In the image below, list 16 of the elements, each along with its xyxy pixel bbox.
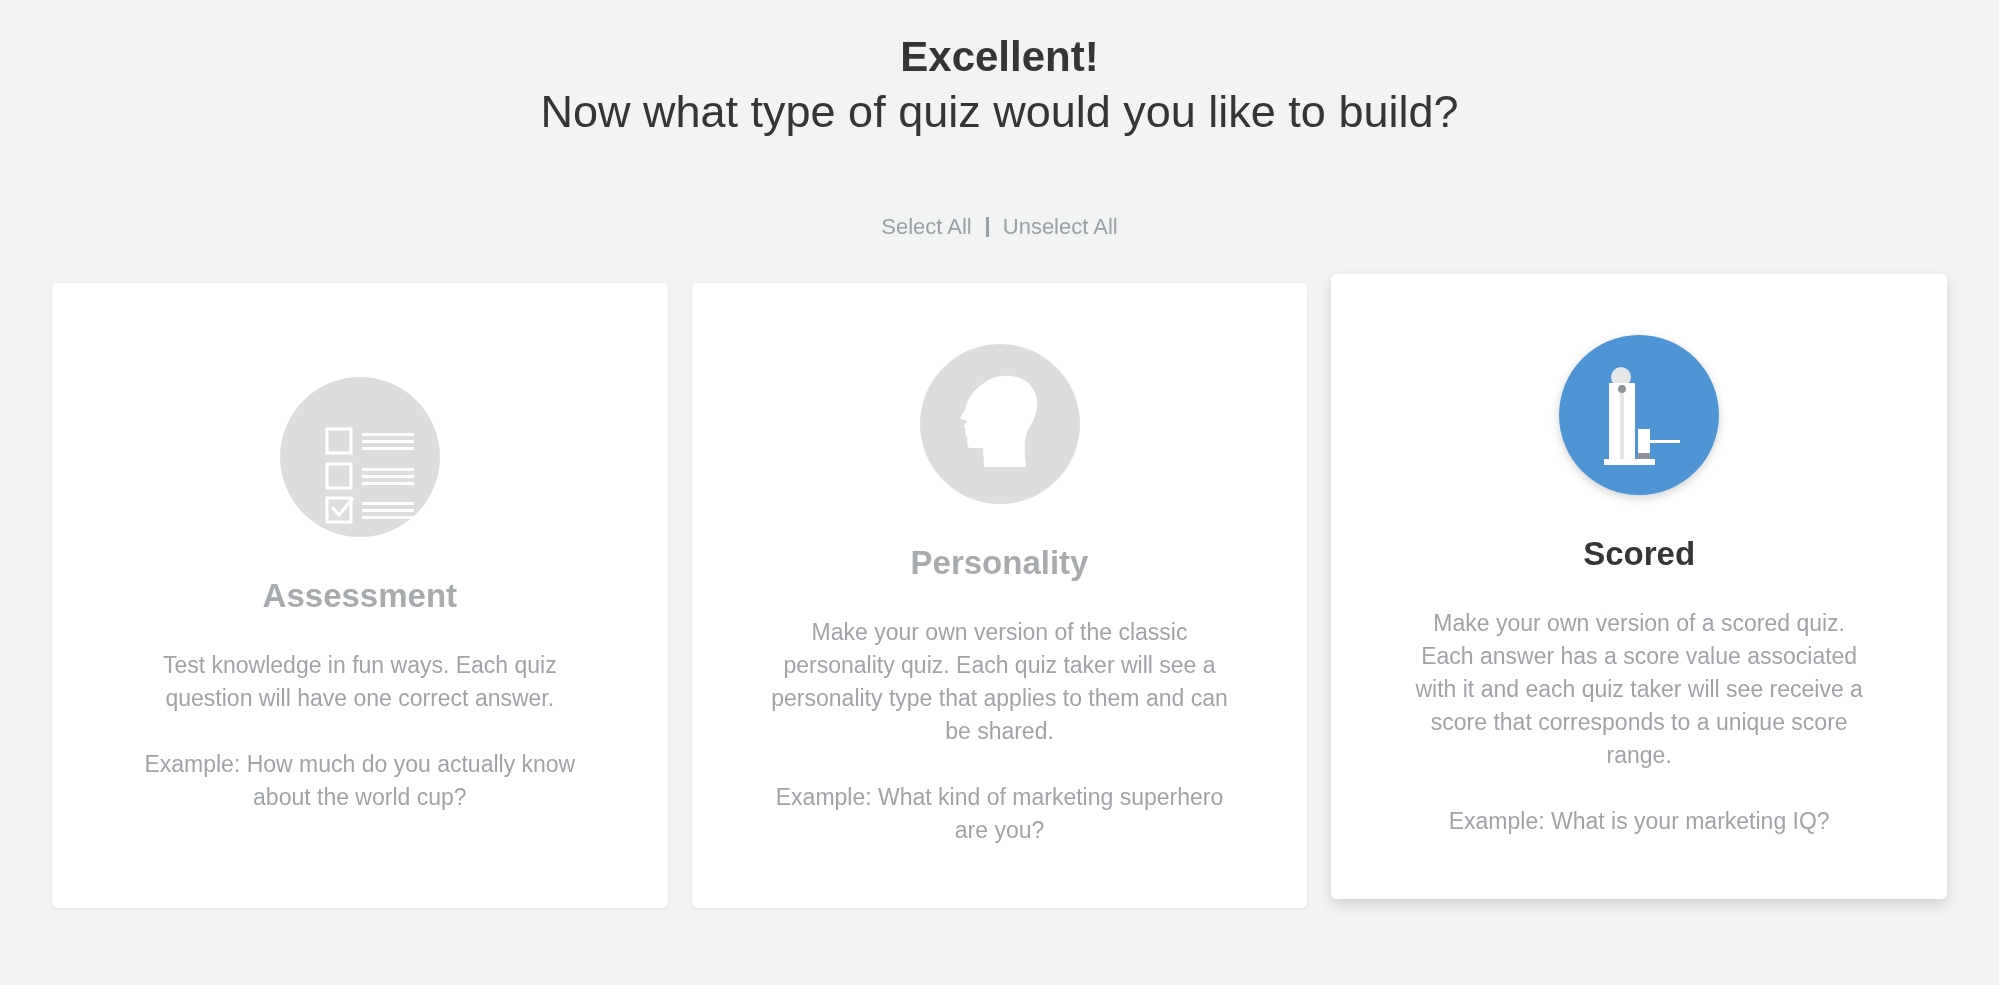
card-title: Personality bbox=[910, 543, 1089, 584]
card-example: Example: What kind of marketing superhero are you? bbox=[774, 782, 1225, 845]
quiz-type-card[interactable]: Assessment Test knowledge in fun ways. Each quiz question will have one correct answer. Example: How much do you actually know about the world cup? bbox=[52, 283, 668, 908]
selection-link[interactable]: Select All bbox=[881, 210, 972, 243]
card-description: Test knowledge in fun ways. Each quiz question will have one correct answer. bbox=[161, 650, 558, 713]
heading-title: Excellent! bbox=[900, 34, 1099, 80]
card-description: Make your own version of a scored quiz. Each answer has a score value associated with it and each quiz taker will see receive a score that corresponds to a unique score range. bbox=[1414, 608, 1864, 770]
card-example: Example: What is your marketing IQ? bbox=[1448, 806, 1830, 836]
card-title: Scored bbox=[1583, 534, 1696, 575]
card-example: Example: How much do you actually know about the world cup? bbox=[143, 749, 577, 812]
heading-subtitle: Now what type of quiz would you like to build? bbox=[540, 85, 1459, 139]
card-description: Make your own version of the classic personality quiz. Each quiz taker will see a personality type that applies to them and can be shared. bbox=[770, 617, 1229, 746]
selection-link[interactable]: Unselect All bbox=[1002, 210, 1118, 243]
card-title: Assessment bbox=[262, 576, 458, 617]
quiz-type-card[interactable] bbox=[691, 283, 1308, 908]
quiz-type-card[interactable] bbox=[1331, 274, 1947, 899]
